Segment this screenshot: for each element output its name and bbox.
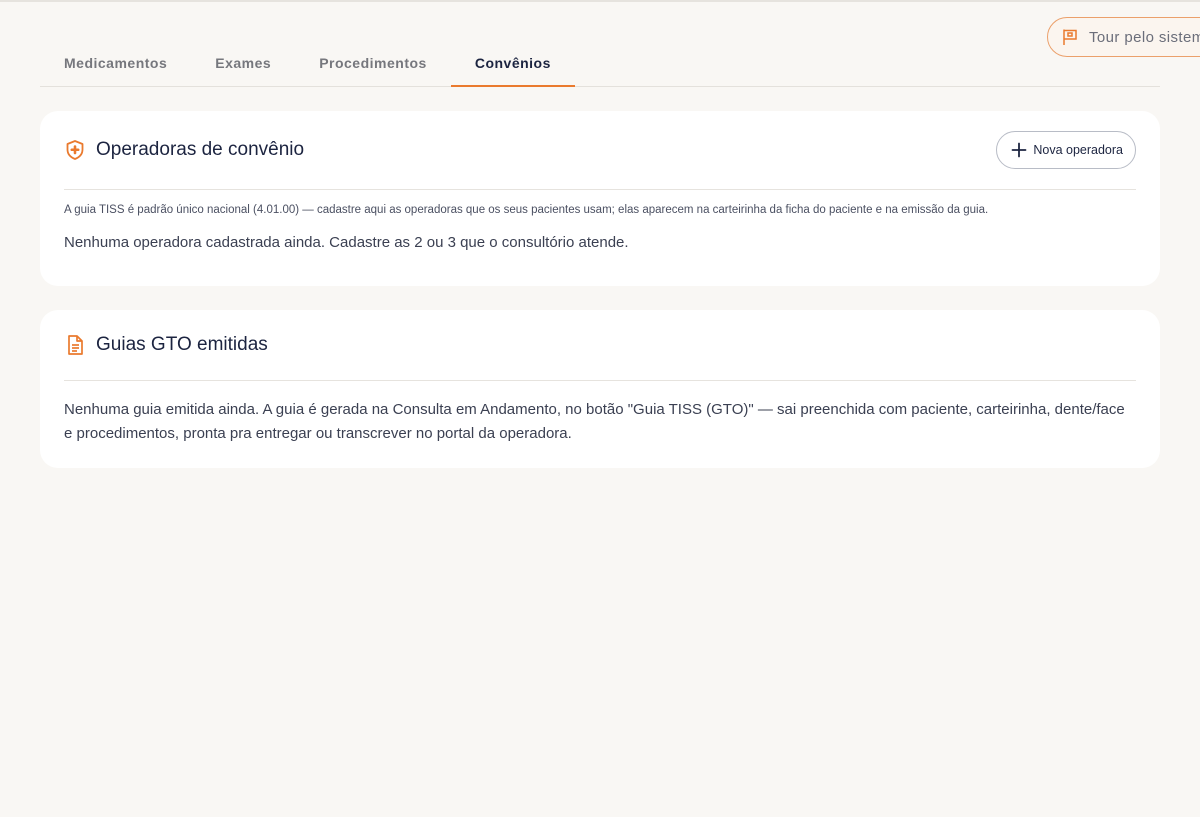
shield-plus-icon: [64, 139, 86, 161]
tab-label: Procedimentos: [319, 55, 427, 71]
new-operadora-label: Nova operadora: [1033, 143, 1123, 157]
guias-card-header: Guias GTO emitidas: [64, 310, 1136, 381]
tab-medicamentos[interactable]: Medicamentos: [40, 40, 191, 86]
top-divider: [0, 0, 1200, 2]
tab-convenios[interactable]: Convênios: [450, 40, 575, 87]
tab-label: Convênios: [474, 55, 551, 71]
operadoras-card: Operadoras de convênio Nova operadora A …: [40, 111, 1160, 286]
plus-icon: [1011, 142, 1027, 158]
operadoras-empty-message: Nenhuma operadora cadastrada ainda. Cada…: [64, 234, 629, 251]
tab-label: Exames: [215, 55, 272, 71]
tab-procedimentos[interactable]: Procedimentos: [295, 40, 451, 86]
operadoras-card-header: Operadoras de convênio Nova operadora: [64, 111, 1136, 190]
guias-card: Guias GTO emitidas Nenhuma guia emitida …: [40, 310, 1160, 468]
tab-label: Medicamentos: [64, 55, 168, 71]
tiss-hint: A guia TISS é padrão único nacional (4.0…: [64, 204, 989, 216]
operadoras-title: Operadoras de convênio: [96, 139, 305, 160]
tab-bar: Medicamentos Exames Procedimentos Convên…: [40, 40, 1160, 87]
document-icon: [64, 334, 86, 356]
tab-exames[interactable]: Exames: [191, 40, 295, 86]
guias-title: Guias GTO emitidas: [96, 334, 268, 355]
guias-empty-message: Nenhuma guia emitida ainda. A guia é ger…: [64, 401, 1125, 442]
new-operadora-button[interactable]: Nova operadora: [996, 131, 1136, 169]
